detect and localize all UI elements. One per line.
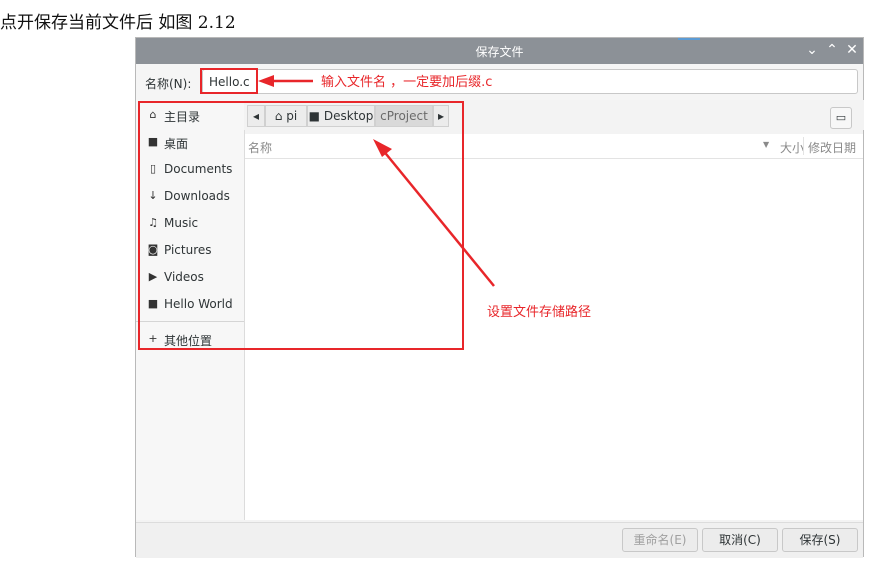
folder-new-icon: ▭ xyxy=(835,111,847,124)
sidebar-item-home[interactable]: ⌂ 主目录 xyxy=(136,102,244,128)
name-row: 名称(N): xyxy=(136,64,863,100)
sidebar-item-documents[interactable]: ▯ Documents xyxy=(136,156,244,182)
path-segment-pi[interactable]: ⌂ pi xyxy=(265,105,307,127)
home-icon: ⌂ xyxy=(149,108,157,121)
column-size[interactable]: 大小 xyxy=(780,139,804,156)
sidebar-item-label: Music xyxy=(164,216,199,230)
sidebar-item-videos[interactable]: ▶ Videos xyxy=(136,264,244,290)
sidebar-item-desktop[interactable]: ■ 桌面 xyxy=(136,129,244,155)
name-label: 名称(N): xyxy=(145,77,192,91)
sidebar-item-downloads[interactable]: ↓ Downloads xyxy=(136,183,244,209)
rename-button[interactable]: 重命名(E) xyxy=(622,528,698,552)
folder-icon: ■ xyxy=(147,297,159,310)
annotation-path-hint: 设置文件存储路径 xyxy=(487,305,592,320)
download-icon: ↓ xyxy=(148,189,158,202)
sidebar-item-label: Hello World xyxy=(164,297,233,311)
path-bar: ◂ ⌂ pi ■ Desktop cProject ▸ xyxy=(244,100,864,130)
dialog-footer: 重命名(E) 取消(C) 保存(S) xyxy=(136,522,863,558)
sidebar-item-label: 其他位置 xyxy=(164,334,213,348)
sidebar-separator xyxy=(136,321,244,322)
dialog-titlebar: 保存文件 ⌄ ⌃ ✕ xyxy=(136,38,863,64)
document-icon: ▯ xyxy=(149,162,157,175)
music-icon: ♫ xyxy=(148,216,158,229)
sort-descending-icon: ▼ xyxy=(763,140,770,149)
chevron-right-icon: ▸ xyxy=(437,109,445,123)
save-button[interactable]: 保存(S) xyxy=(782,528,858,552)
maximize-button[interactable]: ⌃ xyxy=(824,41,840,59)
path-segment-label: pi xyxy=(286,109,298,123)
file-name-input[interactable] xyxy=(202,69,858,94)
sidebar-item-music[interactable]: ♫ Music xyxy=(136,210,244,236)
column-header: 名称 ▼ 大小 修改日期 xyxy=(245,134,863,159)
plus-icon: + xyxy=(148,332,158,345)
home-icon: ⌂ xyxy=(274,109,283,123)
path-segment-label: Desktop xyxy=(323,109,374,123)
sidebar-item-label: Videos xyxy=(164,270,204,284)
document-heading: 点开保存当前文件后 如图 2.12 xyxy=(0,13,236,33)
create-folder-button[interactable]: ▭ xyxy=(830,107,852,129)
titlebar-accent xyxy=(678,38,700,40)
path-segment-label: cProject xyxy=(380,109,428,123)
sidebar-item-label: 主目录 xyxy=(164,110,201,124)
path-segment-desktop[interactable]: ■ Desktop xyxy=(307,105,375,127)
file-list[interactable]: 名称 ▼ 大小 修改日期 xyxy=(245,134,863,520)
folder-icon: ■ xyxy=(308,109,320,123)
column-separator xyxy=(803,137,804,155)
camera-icon: ◙ xyxy=(147,243,159,256)
places-sidebar: ⌂ 主目录 ■ 桌面 ▯ Documents ↓ Downloads ♫ Mus… xyxy=(136,100,245,520)
sidebar-item-label: Pictures xyxy=(164,243,212,257)
path-segment-cproject[interactable]: cProject xyxy=(375,105,433,127)
column-modified[interactable]: 修改日期 xyxy=(808,139,856,156)
sidebar-item-label: Documents xyxy=(164,162,233,176)
path-back-button[interactable]: ◂ xyxy=(247,105,265,127)
sidebar-item-label: Downloads xyxy=(164,189,230,203)
close-button[interactable]: ✕ xyxy=(844,41,860,59)
annotation-filename-hint: 输入文件名 ，一定要加后缀.c xyxy=(321,75,493,90)
save-file-dialog: 保存文件 ⌄ ⌃ ✕ 名称(N): ⌂ 主目录 ■ 桌面 ▯ Documents… xyxy=(135,37,864,558)
folder-icon: ■ xyxy=(147,135,159,148)
column-name[interactable]: 名称 xyxy=(248,139,272,156)
chevron-left-icon: ◂ xyxy=(252,109,260,123)
sidebar-item-label: 桌面 xyxy=(164,137,189,151)
cancel-button[interactable]: 取消(C) xyxy=(702,528,778,552)
sidebar-item-other-locations[interactable]: + 其他位置 xyxy=(136,326,244,352)
path-forward-button[interactable]: ▸ xyxy=(433,105,449,127)
dialog-title: 保存文件 xyxy=(475,45,524,59)
minimize-button[interactable]: ⌄ xyxy=(804,41,820,59)
sidebar-item-hello-world[interactable]: ■ Hello World xyxy=(136,291,244,317)
sidebar-item-pictures[interactable]: ◙ Pictures xyxy=(136,237,244,263)
video-icon: ▶ xyxy=(148,270,158,283)
